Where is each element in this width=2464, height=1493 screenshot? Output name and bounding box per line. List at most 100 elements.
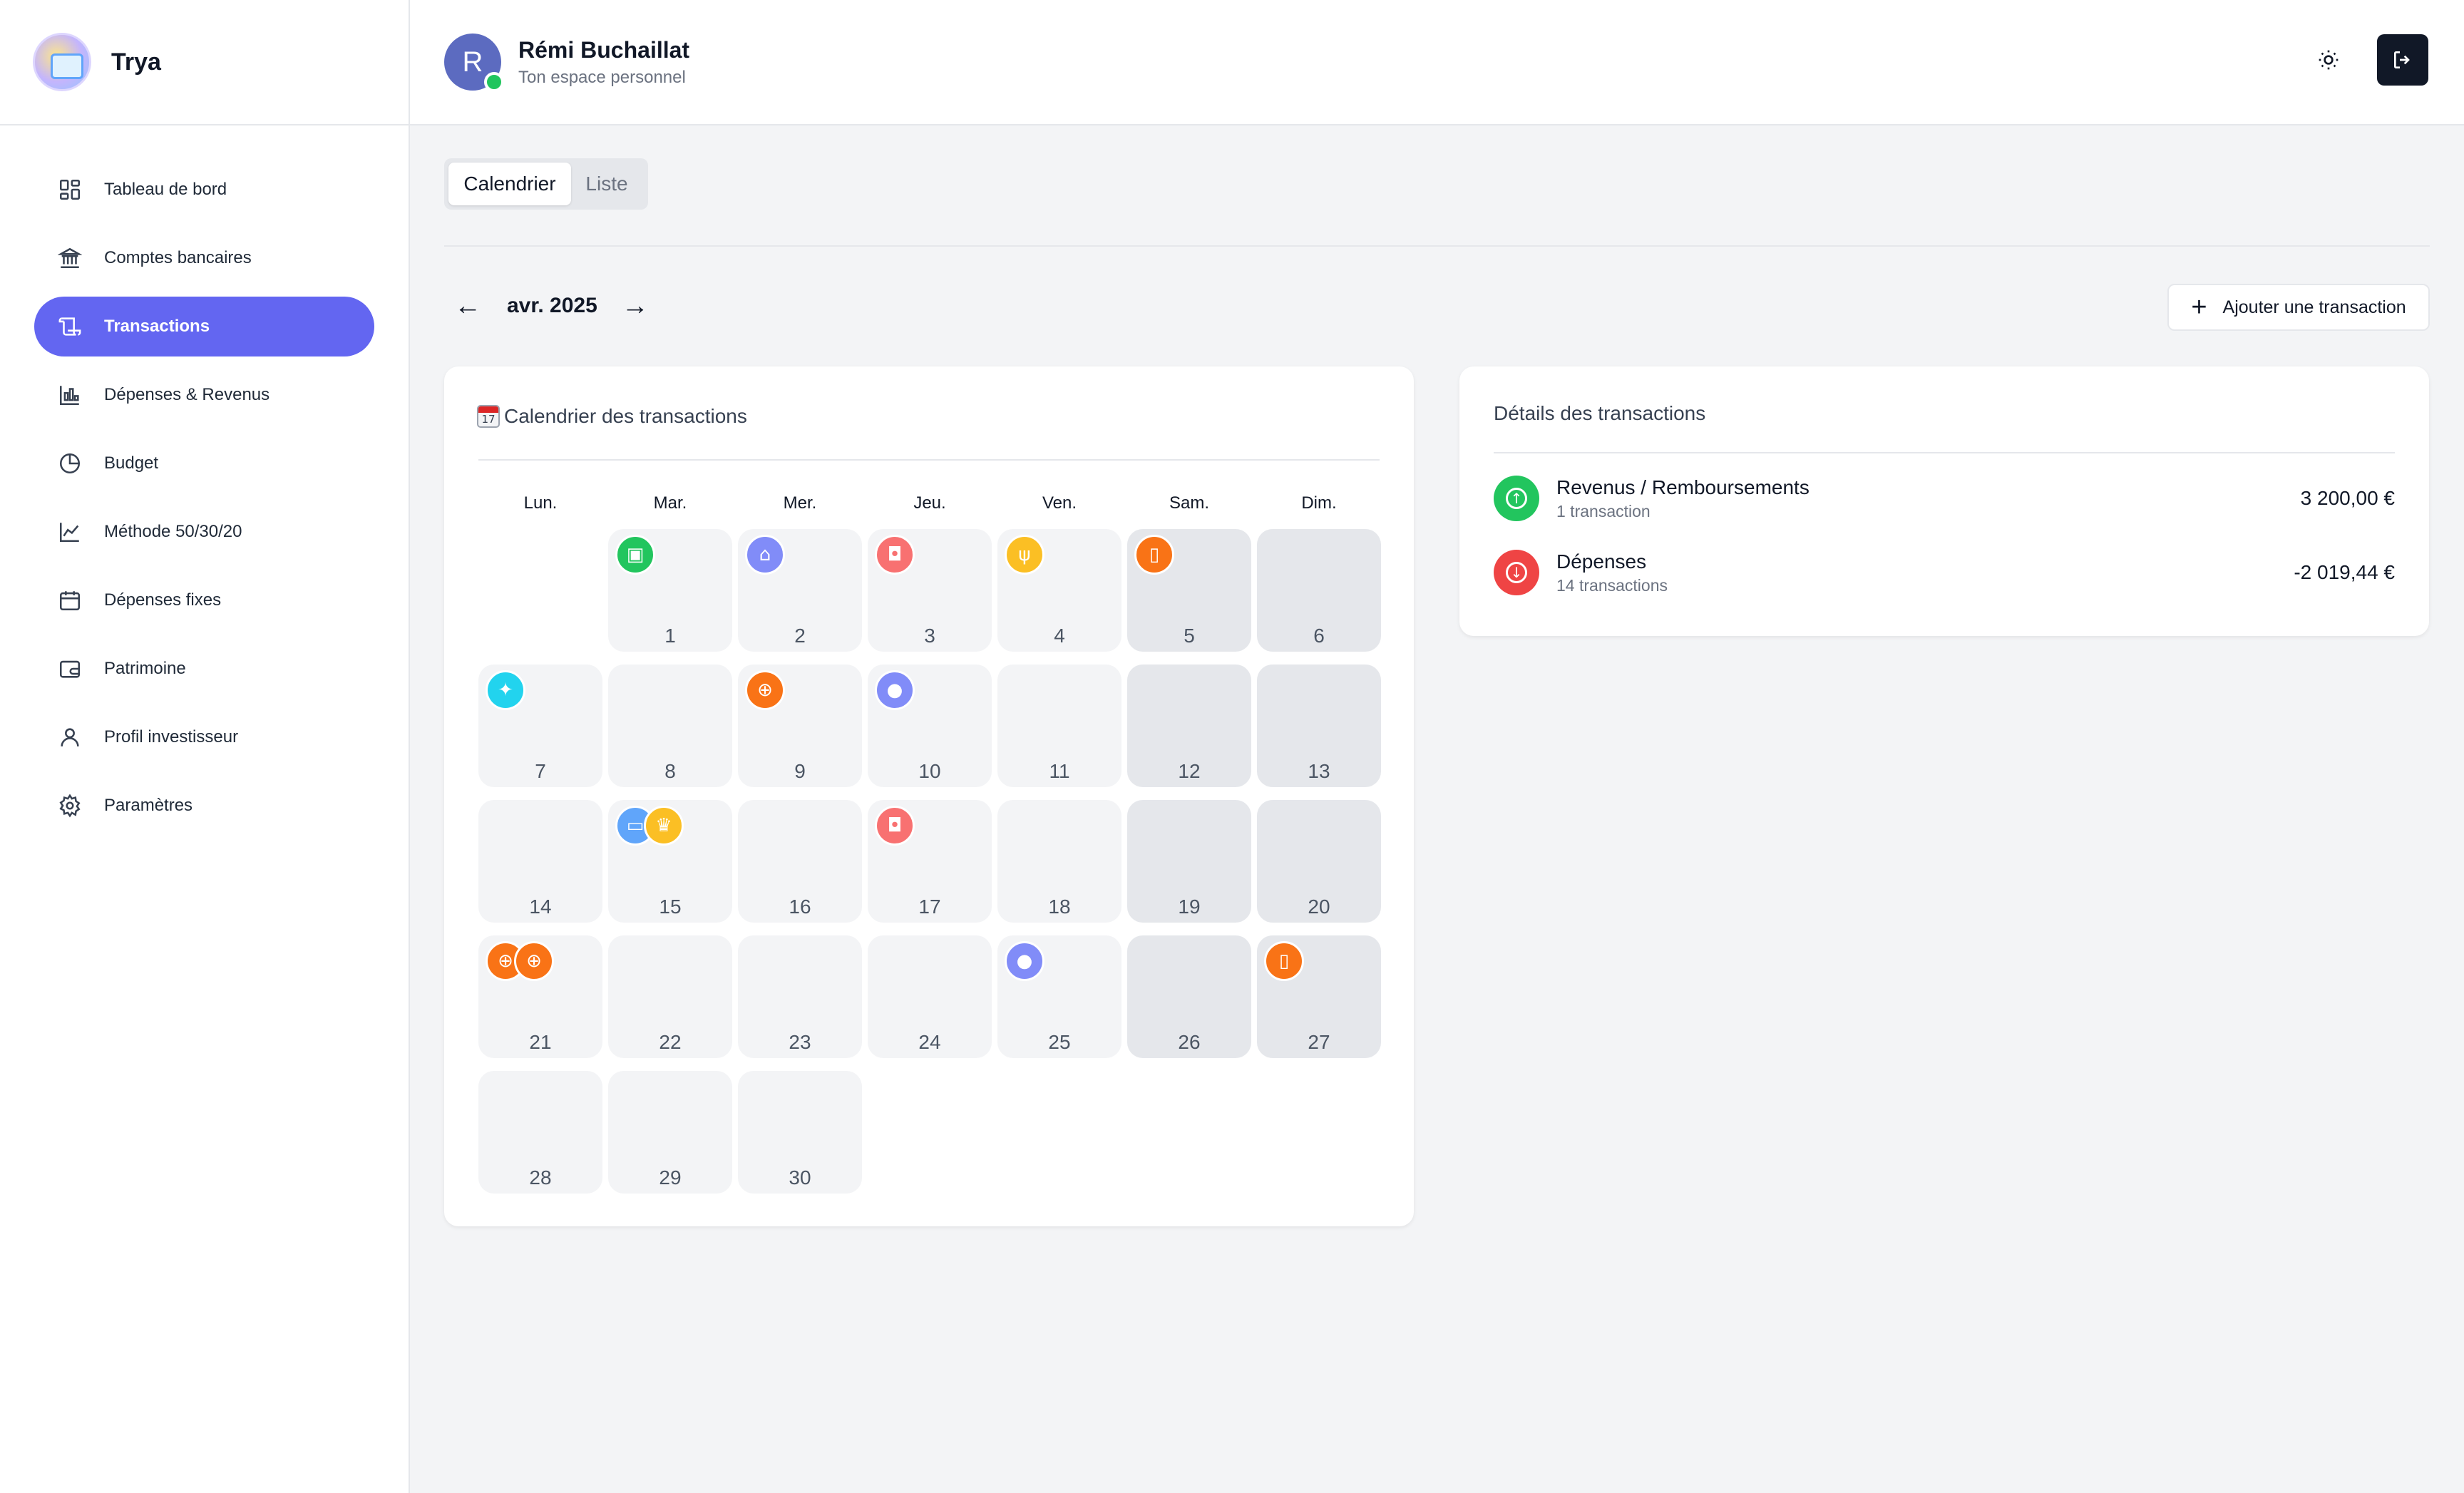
transaction-icons: ◘ <box>875 535 915 575</box>
globe-icon[interactable]: ⊕ <box>514 941 554 981</box>
day-number: 21 <box>529 1031 552 1053</box>
add-transaction-button[interactable]: + Ajouter une transaction <box>2167 284 2430 331</box>
calendar-day-cell[interactable]: 26 <box>1127 935 1251 1058</box>
calendar-day-cell[interactable]: 23 <box>738 935 862 1058</box>
day-number: 1 <box>664 625 676 647</box>
calendar-day-cell[interactable]: 20 <box>1257 800 1381 923</box>
income-summary-row[interactable]: ↑ Revenus / Remboursements 1 transaction… <box>1494 473 2395 523</box>
sidebar-item-investor-profile[interactable]: Profil investisseur <box>34 707 374 767</box>
calendar-day-cell[interactable]: 6 <box>1257 529 1381 652</box>
weekday-label: Ven. <box>1042 493 1077 513</box>
calendar-day-cell[interactable]: 11 <box>997 665 1121 787</box>
calendar-day-cell[interactable]: ▣ 1 <box>608 529 732 652</box>
brand[interactable]: Trya <box>0 0 409 125</box>
day-number: 6 <box>1313 625 1325 647</box>
day-number: 8 <box>664 760 676 782</box>
sidebar-item-fixed-expenses[interactable]: Dépenses fixes <box>34 570 374 630</box>
wallet-icon[interactable]: ▣ <box>615 535 655 575</box>
sidebar-item-budget[interactable]: Budget <box>34 433 374 493</box>
calendar-day-cell[interactable]: ⌂ 2 <box>738 529 862 652</box>
day-number: 5 <box>1184 625 1195 647</box>
tab-list[interactable]: Liste <box>571 163 642 205</box>
sidebar-item-settings[interactable]: Paramètres <box>34 776 374 836</box>
calendar-day-cell[interactable]: ● 25 <box>997 935 1121 1058</box>
calendar-day-cell[interactable]: 18 <box>997 800 1121 923</box>
sidebar-item-label: Transactions <box>104 317 210 336</box>
main-content: Calendrier Liste ← avr. 2025 → + Ajouter… <box>410 127 2464 1493</box>
shopping-bag-icon[interactable]: ◘ <box>875 535 915 575</box>
expense-count: 14 transactions <box>1556 575 1668 595</box>
piggy-bank-icon[interactable]: ● <box>1005 941 1044 981</box>
transaction-icons: ▣ <box>615 535 655 575</box>
calendar-day-cell[interactable]: ⊕ ⊕ 21 <box>478 935 602 1058</box>
calendar-day-cell[interactable]: ▭ ♛ 15 <box>608 800 732 923</box>
transaction-icons: ✦ <box>486 670 525 710</box>
transaction-icons: ◘ <box>875 806 915 846</box>
calendar-day-cell[interactable]: 29 <box>608 1071 732 1194</box>
day-number: 19 <box>1178 896 1201 918</box>
prev-month-button[interactable]: ← <box>454 291 481 322</box>
bank-icon <box>57 245 83 271</box>
transaction-icons: ▯ <box>1134 535 1174 575</box>
calendar-day-cell[interactable]: ◘ 3 <box>868 529 992 652</box>
sidebar-item-transactions[interactable]: Transactions <box>34 297 374 356</box>
calendar-day-cell[interactable]: ▯ 5 <box>1127 529 1251 652</box>
calendar-day-cell[interactable]: 22 <box>608 935 732 1058</box>
transaction-icons: ⌂ <box>745 535 785 575</box>
weekday-label: Jeu. <box>913 493 946 513</box>
utensils-icon[interactable]: ψ <box>1005 535 1044 575</box>
calendar-day-cell[interactable]: ▯ 27 <box>1257 935 1381 1058</box>
smartphone-icon[interactable]: ▯ <box>1264 941 1304 981</box>
transaction-details-card: Détails des transactions ↑ Revenus / Rem… <box>1459 366 2429 636</box>
calendar-day-cell[interactable]: 13 <box>1257 665 1381 787</box>
calendar-day-cell[interactable]: 19 <box>1127 800 1251 923</box>
smartphone-icon[interactable]: ▯ <box>1134 535 1174 575</box>
sidebar-item-dashboard[interactable]: Tableau de bord <box>34 160 374 220</box>
user-name: Rémi Buchaillat <box>518 36 690 63</box>
calendar-day-cell[interactable]: 16 <box>738 800 862 923</box>
day-number: 13 <box>1308 760 1330 782</box>
weekday-label: Lun. <box>523 493 558 513</box>
expense-glyph: ↓ <box>1506 562 1527 583</box>
next-month-button[interactable]: → <box>622 291 649 322</box>
avatar[interactable]: R <box>444 34 504 92</box>
transaction-icons: ● <box>875 670 915 710</box>
day-number: 14 <box>529 896 552 918</box>
calendar-day-cell[interactable]: 8 <box>608 665 732 787</box>
home-icon[interactable]: ⌂ <box>745 535 785 575</box>
sidebar-item-bank-accounts[interactable]: Comptes bancaires <box>34 228 374 288</box>
wallet-icon <box>57 656 83 682</box>
logout-button[interactable] <box>2377 34 2428 86</box>
tab-calendar[interactable]: Calendrier <box>448 163 571 205</box>
calendar-day-cell[interactable]: 28 <box>478 1071 602 1194</box>
header-actions <box>2303 34 2428 86</box>
chef-hat-icon[interactable]: ♛ <box>644 806 684 846</box>
theme-toggle-button[interactable] <box>2303 34 2354 86</box>
calendar-title: 17 Calendrier des transactions <box>477 405 747 428</box>
calendar-day-cell[interactable]: ◘ 17 <box>868 800 992 923</box>
calendar-day-cell[interactable]: 14 <box>478 800 602 923</box>
sidebar-item-expenses-income[interactable]: Dépenses & Revenus <box>34 365 374 425</box>
pie-chart-icon <box>57 451 83 476</box>
income-amount: 3 200,00 € <box>2300 487 2395 509</box>
day-number: 28 <box>529 1166 552 1189</box>
shopping-bag-icon[interactable]: ◘ <box>875 806 915 846</box>
sidebar-item-method-503020[interactable]: Méthode 50/30/20 <box>34 502 374 562</box>
arrow-up-circle-icon: ↑ <box>1494 476 1539 521</box>
calendar-day-cell[interactable]: 24 <box>868 935 992 1058</box>
transaction-icons: ▯ <box>1264 941 1304 981</box>
calendar-day-cell[interactable]: ψ4 <box>997 529 1121 652</box>
calendar-day-cell[interactable]: ● 10 <box>868 665 992 787</box>
income-glyph: ↑ <box>1506 488 1527 509</box>
piggy-bank-icon[interactable]: ● <box>875 670 915 710</box>
day-number: 15 <box>659 896 682 918</box>
day-number: 11 <box>1049 760 1070 782</box>
handshake-icon[interactable]: ✦ <box>486 670 525 710</box>
calendar-day-cell[interactable]: ✦ 7 <box>478 665 602 787</box>
globe-icon[interactable]: ⊕ <box>745 670 785 710</box>
calendar-day-cell[interactable]: ⊕ 9 <box>738 665 862 787</box>
sidebar-item-assets[interactable]: Patrimoine <box>34 639 374 699</box>
calendar-day-cell[interactable]: 30 <box>738 1071 862 1194</box>
expense-summary-row[interactable]: ↓ Dépenses 14 transactions -2 019,44 € <box>1494 548 2395 597</box>
calendar-day-cell[interactable]: 12 <box>1127 665 1251 787</box>
